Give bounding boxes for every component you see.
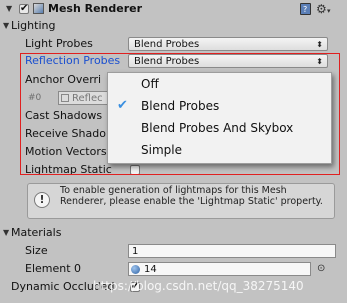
field-value: 14 [144,264,157,275]
element0-row: Element 0 14 ⊙ [0,260,347,278]
section-label: Lighting [11,19,56,32]
materials-section: ▼ Materials [0,224,347,242]
lightmap-help-box: ! To enable generation of lightmaps for … [27,183,335,219]
checkmark-icon: ✔ [20,3,29,14]
dropdown-option-off[interactable]: Off [108,74,331,94]
light-probes-popup[interactable]: Blend Probes ⬍ [128,37,328,51]
foldout-arrow-icon[interactable]: ▼ [6,0,12,18]
component-enabled-checkbox[interactable]: ✔ [19,3,29,14]
watermark-text: https://blog.csdn.net/qq_38275140 [93,279,304,293]
mesh-renderer-icon [33,3,44,14]
foldout-arrow-icon[interactable]: ▼ [3,17,9,35]
info-icon: ! [34,192,50,208]
check-icon: ✔ [117,98,128,113]
reflection-probes-dropdown: Off ✔ Blend Probes Blend Probes And Skyb… [107,72,332,164]
field-label: Element 0 [25,262,82,275]
materials-size-field[interactable]: 1 [128,244,336,258]
component-header: ▼ ✔ Mesh Renderer ? ⚙ ▾ [0,0,347,18]
object-picker-icon[interactable]: ⊙ [317,260,325,278]
popup-arrows-icon: ⬍ [316,40,323,49]
dropdown-option-blend-probes-and-skybox[interactable]: Blend Probes And Skybox [108,118,331,138]
popup-value: Blend Probes [134,39,200,50]
material-sphere-icon [131,265,140,274]
field-label: Light Probes [25,37,93,50]
field-value: 1 [132,246,139,257]
materials-size-row: Size 1 [0,242,347,260]
field-label: Size [25,244,48,257]
gear-icon[interactable]: ⚙ [316,0,327,18]
section-label: Materials [11,226,62,239]
lighting-section: ▼ Lighting [0,17,347,35]
dropdown-option-simple[interactable]: Simple [108,140,331,160]
foldout-arrow-icon[interactable]: ▼ [3,224,9,242]
light-probes-row: Light Probes Blend Probes ⬍ [0,35,347,53]
element0-field[interactable]: 14 [128,262,311,276]
help-message: To enable generation of lightmaps for th… [60,185,323,207]
component-title: Mesh Renderer [48,2,143,15]
dropdown-option-blend-probes[interactable]: ✔ Blend Probes [108,96,331,116]
help-book-icon[interactable]: ? [300,3,311,15]
